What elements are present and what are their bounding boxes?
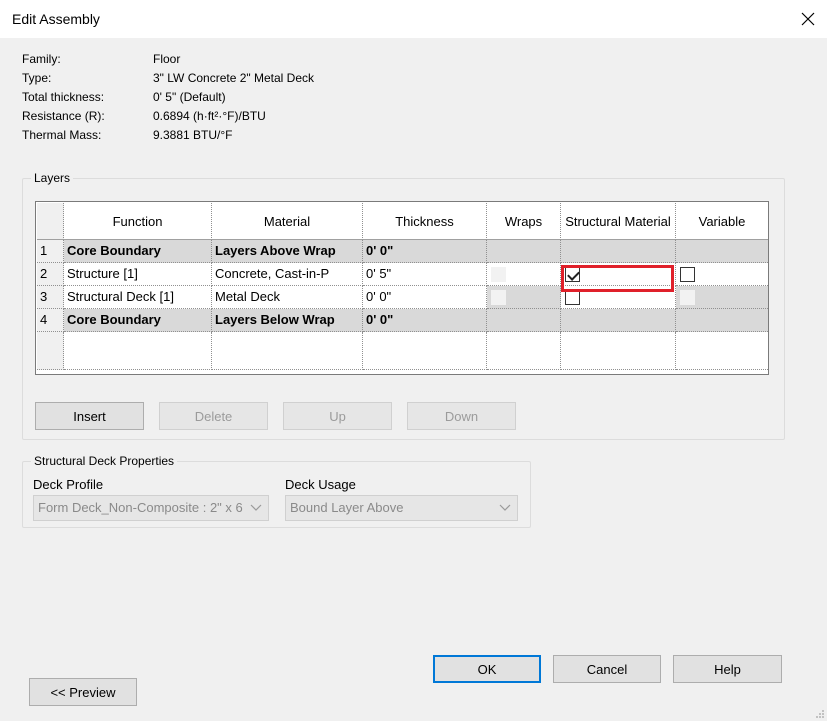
deck-profile-select[interactable]: Form Deck_Non-Composite : 2" x 6 bbox=[33, 495, 269, 521]
header-index bbox=[37, 203, 64, 240]
deck-usage-value: Bound Layer Above bbox=[290, 500, 404, 515]
variable-cell bbox=[676, 309, 768, 332]
resistance-row: Resistance (R): 0.6894 (h·ft²·°F)/BTU bbox=[22, 107, 314, 126]
close-button[interactable] bbox=[789, 0, 827, 38]
deck-usage-select[interactable]: Bound Layer Above bbox=[285, 495, 518, 521]
empty-cell bbox=[363, 332, 487, 370]
table-row[interactable]: 2 Structure [1] Concrete, Cast-in-P 0' 5… bbox=[37, 263, 768, 286]
structural-cell bbox=[561, 309, 676, 332]
row-index[interactable]: 3 bbox=[37, 286, 64, 309]
resistance-value: 0.6894 (h·ft²·°F)/BTU bbox=[153, 109, 266, 123]
down-button[interactable]: Down bbox=[407, 402, 516, 430]
empty-index-cell bbox=[37, 332, 64, 370]
preview-button[interactable]: << Preview bbox=[29, 678, 137, 706]
wraps-cell bbox=[487, 240, 561, 263]
assembly-info: Family: Floor Type: 3" LW Concrete 2" Meta… bbox=[22, 50, 314, 145]
thermal-mass-label: Thermal Mass: bbox=[22, 128, 102, 142]
header-material[interactable]: Material bbox=[212, 203, 363, 240]
type-label: Type: bbox=[22, 71, 52, 85]
material-cell[interactable]: Concrete, Cast-in-P bbox=[212, 263, 363, 286]
type-row: Type: 3" LW Concrete 2" Metal Deck bbox=[22, 69, 314, 88]
deck-properties-legend: Structural Deck Properties bbox=[31, 454, 178, 468]
material-cell[interactable]: Layers Above Wrap bbox=[212, 240, 363, 263]
thickness-cell[interactable]: 0' 0" bbox=[363, 286, 487, 309]
structural-cell bbox=[561, 240, 676, 263]
thickness-cell[interactable]: 0' 0" bbox=[363, 240, 487, 263]
function-cell[interactable]: Core Boundary bbox=[64, 309, 212, 332]
row-index[interactable]: 2 bbox=[37, 263, 64, 286]
total-thickness-label: Total thickness: bbox=[22, 90, 105, 104]
close-icon bbox=[801, 12, 815, 26]
table-row[interactable]: 4 Core Boundary Layers Below Wrap 0' 0" bbox=[37, 309, 768, 332]
variable-checkbox bbox=[680, 290, 695, 305]
table-header: Function Material Thickness Wraps Struct… bbox=[37, 203, 768, 240]
thermal-mass-value: 9.3881 BTU/°F bbox=[153, 128, 233, 142]
wraps-checkbox bbox=[491, 290, 506, 305]
deck-profile-value: Form Deck_Non-Composite : 2" x 6 bbox=[38, 500, 243, 515]
table-row-empty bbox=[37, 332, 768, 370]
type-value: 3" LW Concrete 2" Metal Deck bbox=[153, 71, 315, 85]
header-function[interactable]: Function bbox=[64, 203, 212, 240]
structural-material-checkbox[interactable] bbox=[565, 267, 580, 282]
empty-cell bbox=[487, 332, 561, 370]
material-cell[interactable]: Layers Below Wrap bbox=[212, 309, 363, 332]
wraps-checkbox bbox=[491, 267, 506, 282]
help-button[interactable]: Help bbox=[673, 655, 782, 683]
empty-cell bbox=[676, 332, 768, 370]
deck-profile-label: Deck Profile bbox=[33, 477, 104, 492]
thermal-mass-row: Thermal Mass: 9.3881 BTU/°F bbox=[22, 126, 314, 145]
variable-cell bbox=[676, 286, 768, 309]
layers-legend: Layers bbox=[31, 171, 74, 185]
wraps-cell bbox=[487, 286, 561, 309]
resistance-label: Resistance (R): bbox=[22, 109, 105, 123]
chevron-down-icon bbox=[499, 496, 511, 520]
cancel-button[interactable]: Cancel bbox=[553, 655, 661, 683]
resize-grip-icon[interactable] bbox=[815, 709, 825, 719]
thickness-row: Total thickness: 0' 5" (Default) bbox=[22, 88, 314, 107]
function-cell[interactable]: Structure [1] bbox=[64, 263, 212, 286]
title-bar: Edit Assembly bbox=[0, 0, 827, 38]
ok-button[interactable]: OK bbox=[433, 655, 541, 683]
delete-button[interactable]: Delete bbox=[159, 402, 268, 430]
table-row[interactable]: 3 Structural Deck [1] Metal Deck 0' 0" bbox=[37, 286, 768, 309]
total-thickness-value: 0' 5" (Default) bbox=[153, 90, 226, 104]
wraps-cell bbox=[487, 309, 561, 332]
deck-usage-label: Deck Usage bbox=[285, 477, 356, 492]
structural-cell bbox=[561, 263, 676, 286]
thickness-cell[interactable]: 0' 0" bbox=[363, 309, 487, 332]
empty-cell bbox=[64, 332, 212, 370]
header-variable[interactable]: Variable bbox=[676, 203, 768, 240]
empty-cell bbox=[561, 332, 676, 370]
family-value: Floor bbox=[153, 52, 181, 66]
chevron-down-icon bbox=[250, 496, 262, 520]
function-cell[interactable]: Structural Deck [1] bbox=[64, 286, 212, 309]
up-button[interactable]: Up bbox=[283, 402, 392, 430]
row-index[interactable]: 4 bbox=[37, 309, 64, 332]
family-label: Family: bbox=[22, 52, 61, 66]
header-wraps[interactable]: Wraps bbox=[487, 203, 561, 240]
row-index[interactable]: 1 bbox=[37, 240, 64, 263]
header-structural-material[interactable]: Structural Material bbox=[561, 203, 676, 240]
wraps-cell bbox=[487, 263, 561, 286]
table-row[interactable]: 1 Core Boundary Layers Above Wrap 0' 0" bbox=[37, 240, 768, 263]
empty-cell bbox=[212, 332, 363, 370]
function-cell[interactable]: Core Boundary bbox=[64, 240, 212, 263]
structural-material-checkbox[interactable] bbox=[565, 290, 580, 305]
thickness-cell[interactable]: 0' 5" bbox=[363, 263, 487, 286]
insert-button[interactable]: Insert bbox=[35, 402, 144, 430]
header-thickness[interactable]: Thickness bbox=[363, 203, 487, 240]
variable-cell bbox=[676, 240, 768, 263]
variable-cell bbox=[676, 263, 768, 286]
variable-checkbox[interactable] bbox=[680, 267, 695, 282]
window-title: Edit Assembly bbox=[12, 11, 100, 27]
layers-table: Function Material Thickness Wraps Struct… bbox=[35, 201, 769, 375]
material-cell[interactable]: Metal Deck bbox=[212, 286, 363, 309]
family-row: Family: Floor bbox=[22, 50, 314, 69]
structural-cell bbox=[561, 286, 676, 309]
